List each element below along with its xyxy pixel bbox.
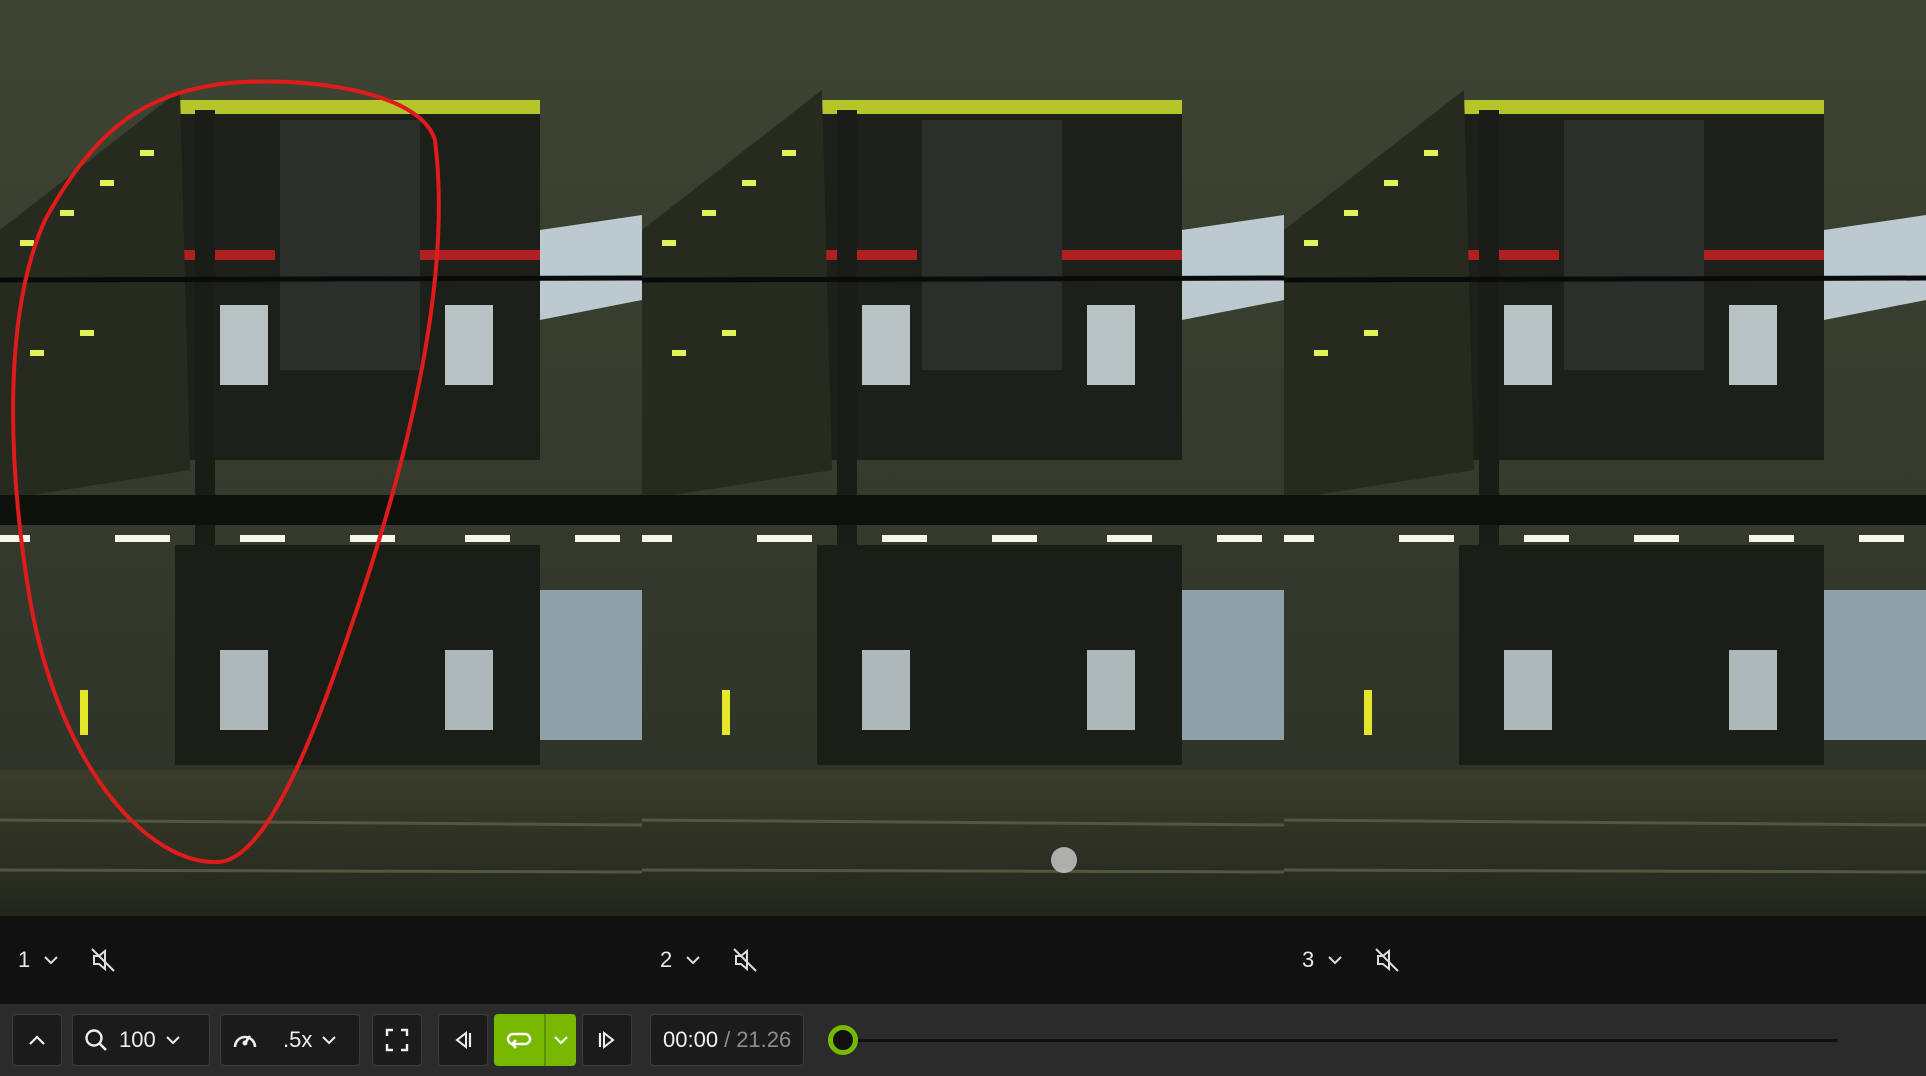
playhead-handle[interactable] <box>828 1025 859 1055</box>
video-comparison-viewer: 1 2 3 <box>0 0 1926 1004</box>
chevron-down-icon <box>554 1035 568 1045</box>
muted-speaker-icon[interactable] <box>730 945 760 975</box>
loop-toggle-button[interactable] <box>494 1014 544 1066</box>
panel-number: 1 <box>18 947 31 972</box>
loop-icon <box>506 1032 532 1049</box>
panel-1-toolbar: 1 <box>0 916 642 1004</box>
panel-number: 2 <box>660 947 673 972</box>
fullscreen-icon <box>385 1028 409 1052</box>
zoom-dropdown[interactable]: 100 <box>72 1014 210 1066</box>
video-frame-2[interactable] <box>642 0 1284 916</box>
playback-controls-bar: 100 .5x 00:00 / 21.26 <box>0 1004 1926 1076</box>
scene-render-2 <box>642 0 1284 916</box>
duration: 21.26 <box>736 1027 792 1052</box>
chevron-down-icon[interactable] <box>42 951 60 969</box>
step-forward-button[interactable] <box>582 1014 632 1066</box>
step-forward-icon <box>598 1030 615 1050</box>
collapse-panel-button[interactable] <box>12 1014 62 1066</box>
magnifier-icon <box>85 1029 107 1051</box>
step-back-icon <box>455 1030 472 1050</box>
time-display: 00:00 / 21.26 <box>650 1014 805 1066</box>
video-frame-3[interactable] <box>1284 0 1926 916</box>
timeline-track <box>842 1039 1839 1042</box>
zoom-value: 100 <box>119 1027 156 1052</box>
chevron-down-icon <box>322 1035 337 1044</box>
chevron-up-icon <box>29 1035 45 1045</box>
panel-2-toolbar: 2 <box>642 916 1284 1004</box>
speedometer-icon <box>233 1035 257 1048</box>
fullscreen-button[interactable] <box>372 1014 422 1066</box>
timeline-scrubber[interactable] <box>828 1014 1839 1066</box>
panel-number: 3 <box>1302 947 1315 972</box>
chevron-down-icon[interactable] <box>684 951 702 969</box>
video-frame-1[interactable] <box>0 0 642 916</box>
panel-3-toolbar: 3 <box>1284 916 1926 1004</box>
video-panel-1: 1 <box>0 0 642 1004</box>
muted-speaker-icon[interactable] <box>88 945 118 975</box>
chevron-down-icon[interactable] <box>1326 951 1344 969</box>
video-panel-3: 3 <box>1284 0 1926 1004</box>
step-backward-button[interactable] <box>438 1014 488 1066</box>
current-time: 00:00 <box>663 1027 719 1052</box>
speed-value: .5x <box>283 1027 313 1052</box>
scene-render-1 <box>0 0 642 916</box>
loop-options-dropdown[interactable] <box>544 1014 576 1066</box>
video-panel-2: 2 <box>642 0 1284 1004</box>
chevron-down-icon <box>166 1035 180 1044</box>
muted-speaker-icon[interactable] <box>1372 945 1402 975</box>
loop-control <box>494 1014 576 1066</box>
time-separator: / <box>724 1027 731 1052</box>
scene-render-3 <box>1284 0 1926 916</box>
speed-dropdown[interactable]: .5x <box>220 1014 360 1066</box>
